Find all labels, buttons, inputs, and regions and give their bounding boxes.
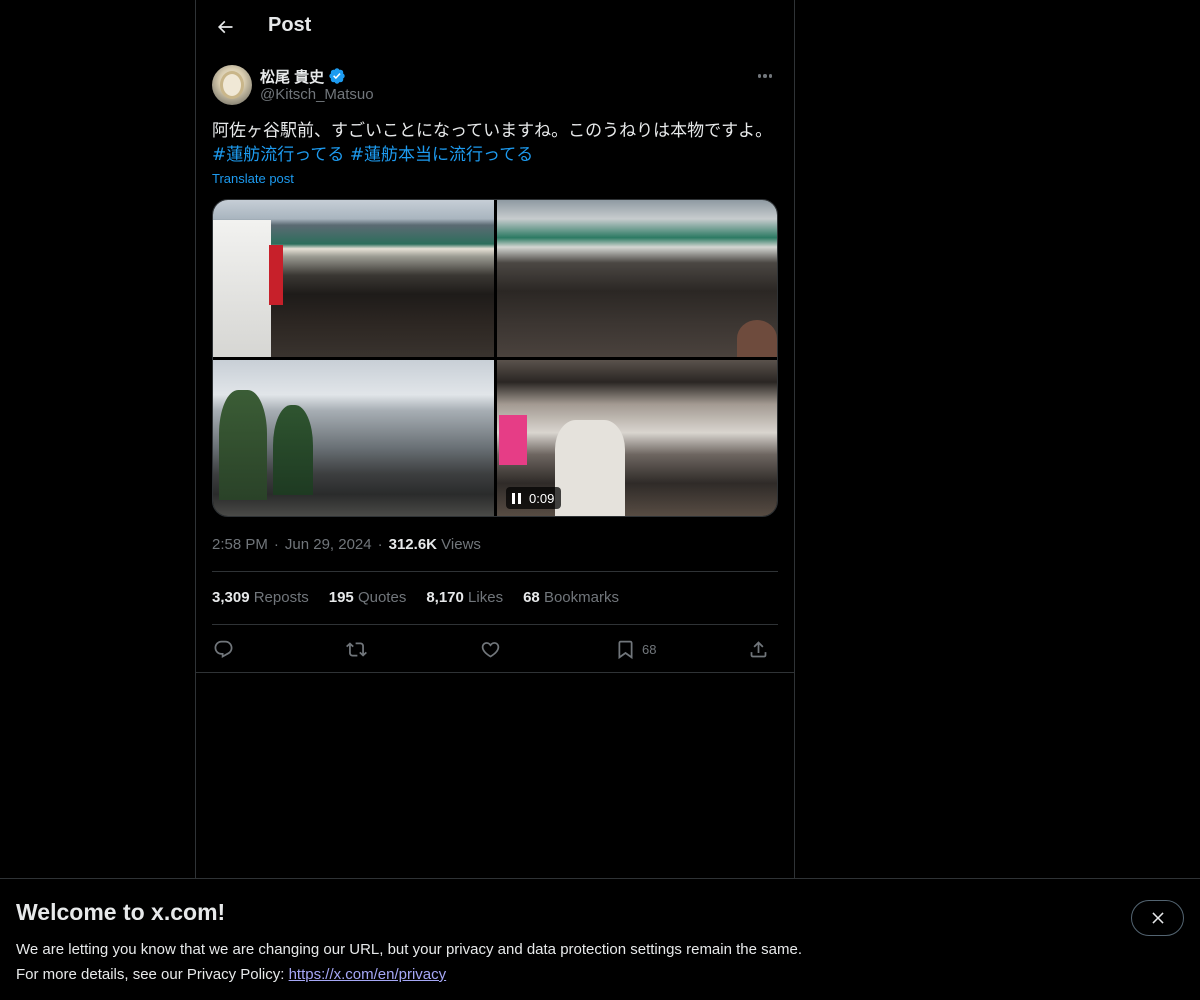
post-stats: 3,309 Reposts 195 Quotes 8,170 Likes 68 …	[212, 589, 619, 606]
repost-button[interactable]	[346, 638, 367, 660]
repost-icon	[346, 641, 367, 657]
author-handle[interactable]: @Kitsch_Matsuo	[260, 86, 374, 103]
bookmark-button[interactable]: 68	[615, 638, 656, 660]
banner-line-1: We are letting you know that we are chan…	[16, 941, 802, 958]
banner-line-2: For more details, see our Privacy Policy…	[16, 966, 289, 983]
media-photo[interactable]	[497, 200, 777, 357]
divider	[196, 672, 794, 673]
media-grid: 0:09	[212, 199, 778, 517]
more-options-button[interactable]	[752, 66, 778, 86]
banner-title: Welcome to x.com!	[16, 899, 226, 925]
video-time: 0:09	[529, 490, 555, 506]
welcome-banner: Welcome to x.com! We are letting you kno…	[0, 878, 1200, 1000]
reply-icon	[214, 640, 233, 658]
likes-stat[interactable]: 8,170 Likes	[426, 589, 503, 606]
avatar[interactable]	[212, 65, 252, 105]
author-display-name[interactable]: 松尾 貴史	[260, 66, 324, 87]
share-button[interactable]	[748, 638, 769, 660]
post-meta: 2:58 PM · Jun 29, 2024 · 312.6K Views	[212, 536, 481, 553]
primary-column: Post 松尾 貴史 @Kitsch_Matsuo 阿佐ヶ谷駅前、すごいことにな…	[195, 0, 795, 878]
arrow-left-icon	[217, 20, 233, 34]
banner-message: We are letting you know that we are chan…	[16, 937, 802, 987]
like-button[interactable]	[480, 638, 501, 660]
divider	[212, 571, 778, 572]
reposts-stat[interactable]: 3,309 Reposts	[212, 589, 309, 606]
translate-post-link[interactable]: Translate post	[212, 171, 294, 186]
like-icon	[481, 641, 500, 658]
media-photo[interactable]	[213, 200, 494, 357]
close-banner-button[interactable]	[1131, 900, 1184, 936]
page-title: Post	[268, 14, 312, 36]
more-dot-icon	[757, 74, 762, 78]
hashtag-link[interactable]: #蓮舫流行ってる	[212, 145, 344, 165]
video-playback-badge[interactable]: 0:09	[506, 487, 562, 509]
post-header: Post	[196, 0, 794, 53]
media-photo[interactable]	[213, 360, 494, 516]
views-count: 312.6K	[388, 536, 437, 553]
back-button[interactable]	[208, 10, 242, 44]
hashtag-link[interactable]: #蓮舫本当に流行ってる	[350, 145, 533, 165]
post-actions: 68	[212, 634, 778, 664]
bookmarks-stat[interactable]: 68 Bookmarks	[523, 589, 619, 606]
verified-badge-icon[interactable]	[328, 67, 346, 85]
quotes-stat[interactable]: 195 Quotes	[329, 589, 407, 606]
views-label: Views	[441, 536, 481, 553]
post-time[interactable]: 2:58 PM	[212, 536, 268, 553]
share-icon	[750, 640, 767, 657]
post-author: 松尾 貴史 @Kitsch_Matsuo	[212, 64, 778, 108]
reply-button[interactable]	[213, 638, 234, 660]
more-dot-icon	[768, 74, 773, 78]
post-text: 阿佐ヶ谷駅前、すごいことになっていますね。このうねりは本物ですよ。 #蓮舫流行っ…	[212, 119, 782, 167]
more-dot-icon	[763, 74, 767, 78]
post-body: 阿佐ヶ谷駅前、すごいことになっていますね。このうねりは本物ですよ。	[212, 121, 773, 141]
bookmark-icon	[618, 640, 633, 659]
pause-icon	[512, 492, 521, 504]
divider	[212, 624, 778, 625]
privacy-policy-link[interactable]: https://x.com/en/privacy	[289, 966, 447, 983]
post-date[interactable]: Jun 29, 2024	[285, 536, 372, 553]
close-icon	[1151, 912, 1164, 924]
bookmark-count: 68	[642, 641, 657, 657]
